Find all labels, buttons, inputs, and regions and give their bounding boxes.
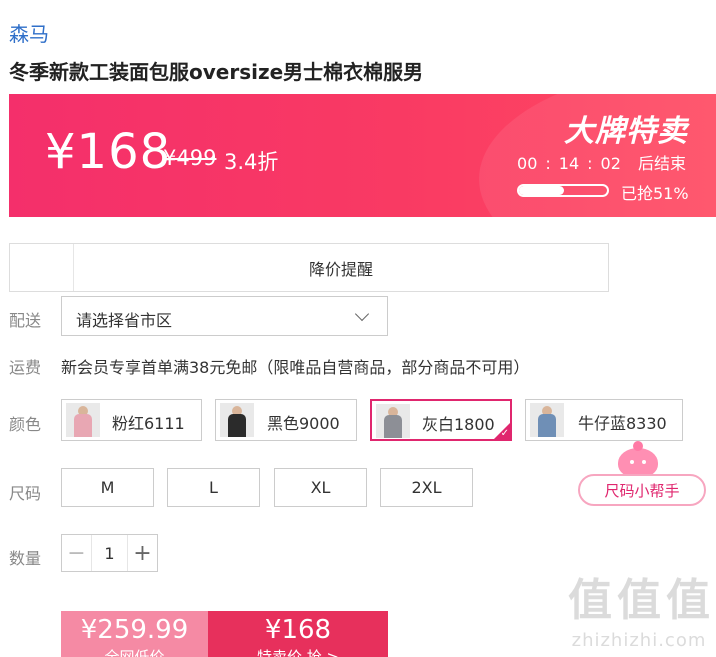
shipping-info: 新会员专享首单满38元免邮（限唯品自营商品，部分商品不可用） bbox=[61, 358, 530, 377]
thumb-body bbox=[228, 414, 246, 437]
color-option-pink[interactable]: 粉红6111 bbox=[61, 399, 202, 441]
thumb-body bbox=[538, 414, 556, 437]
sold-label: 已抢51% bbox=[621, 184, 689, 203]
buy-now-label: 特卖价 抢 > bbox=[256, 648, 340, 657]
chevron-down-icon bbox=[354, 306, 370, 322]
watermark: 值 值 值 zhizhizhi.com bbox=[564, 578, 714, 657]
color-option-label: 粉红6111 bbox=[112, 414, 185, 433]
countdown-sep: : bbox=[587, 154, 593, 173]
market-price: ¥259.99 bbox=[80, 615, 189, 645]
color-option-label: 牛仔蓝8330 bbox=[578, 414, 667, 433]
mascot-eye bbox=[630, 460, 634, 464]
original-price: ¥499 bbox=[163, 146, 217, 170]
countdown: 00:14:02 后结束 bbox=[517, 150, 686, 174]
watermark-glyph: 值 bbox=[568, 575, 612, 626]
color-label: 颜色 bbox=[9, 415, 42, 434]
size-helper-label: 尺码小帮手 bbox=[578, 474, 706, 506]
size-helper-button[interactable]: 尺码小帮手 bbox=[578, 441, 706, 506]
size-option-m[interactable]: M bbox=[61, 468, 154, 507]
quantity-value[interactable]: 1 bbox=[92, 535, 127, 571]
region-select[interactable]: 请选择省市区 bbox=[61, 296, 388, 336]
watermark-glyph: 值 bbox=[666, 575, 710, 626]
product-thumbnail bbox=[530, 403, 564, 437]
sold-progress: 已抢51% bbox=[517, 180, 707, 203]
mascot-eye bbox=[642, 460, 646, 464]
size-option-2xl[interactable]: 2XL bbox=[380, 468, 473, 507]
color-option-denim-blue[interactable]: 牛仔蓝8330 bbox=[525, 399, 683, 441]
product-thumbnail bbox=[376, 404, 410, 438]
buy-now-button[interactable]: ¥168 特卖价 抢 > bbox=[208, 611, 388, 657]
product-title: 冬季新款工装面包服oversize男士棉衣棉服男 bbox=[9, 60, 424, 84]
color-option-label: 黑色9000 bbox=[267, 414, 340, 433]
price-reminder-label: 降价提醒 bbox=[308, 259, 373, 279]
color-option-black[interactable]: 黑色9000 bbox=[215, 399, 357, 441]
size-option-xl[interactable]: XL bbox=[274, 468, 367, 507]
check-icon: ✓ bbox=[500, 428, 509, 439]
shipping-label: 运费 bbox=[9, 358, 42, 377]
size-option-l[interactable]: L bbox=[167, 468, 260, 507]
countdown-sep: : bbox=[545, 154, 551, 173]
promo-banner: ¥168 ¥499 3.4折 大牌特卖 00:14:02 后结束 已抢51% bbox=[9, 94, 716, 217]
color-option-gray-white[interactable]: 灰白1800 ✓ bbox=[370, 399, 512, 441]
thumb-body bbox=[74, 414, 92, 437]
quantity-decrease-button[interactable]: − bbox=[62, 535, 92, 571]
countdown-suffix: 后结束 bbox=[637, 154, 686, 173]
quantity-label: 数量 bbox=[9, 549, 42, 568]
product-thumbnail bbox=[66, 403, 100, 437]
market-price-button[interactable]: ¥259.99 全网低价 bbox=[61, 611, 208, 657]
sale-price: ¥168 bbox=[264, 615, 332, 645]
mascot-tuft bbox=[633, 441, 643, 451]
current-price: ¥168 bbox=[45, 124, 172, 180]
quantity-increase-button[interactable]: + bbox=[127, 535, 157, 571]
countdown-minutes: 14 bbox=[558, 154, 580, 173]
countdown-seconds: 02 bbox=[600, 154, 621, 173]
progress-fill bbox=[519, 186, 564, 195]
color-option-label: 灰白1800 bbox=[422, 415, 495, 434]
market-price-label: 全网低价 bbox=[104, 648, 165, 657]
watermark-glyph: 值 bbox=[617, 575, 661, 626]
price-reminder-button[interactable]: 降价提醒 bbox=[9, 243, 609, 292]
sale-badge-title: 大牌特卖 bbox=[564, 114, 688, 149]
thumb-body bbox=[384, 415, 402, 438]
delivery-label: 配送 bbox=[9, 311, 42, 330]
product-thumbnail bbox=[220, 403, 254, 437]
quantity-stepper: − 1 + bbox=[61, 534, 158, 572]
discount-label: 3.4折 bbox=[224, 150, 279, 174]
size-label: 尺码 bbox=[9, 484, 42, 503]
brand-link[interactable]: 森马 bbox=[9, 18, 49, 47]
watermark-text: zhizhizhi.com bbox=[571, 630, 707, 651]
countdown-hours: 00 bbox=[517, 154, 538, 173]
progress-track bbox=[517, 184, 609, 197]
region-select-value: 请选择省市区 bbox=[76, 311, 173, 330]
